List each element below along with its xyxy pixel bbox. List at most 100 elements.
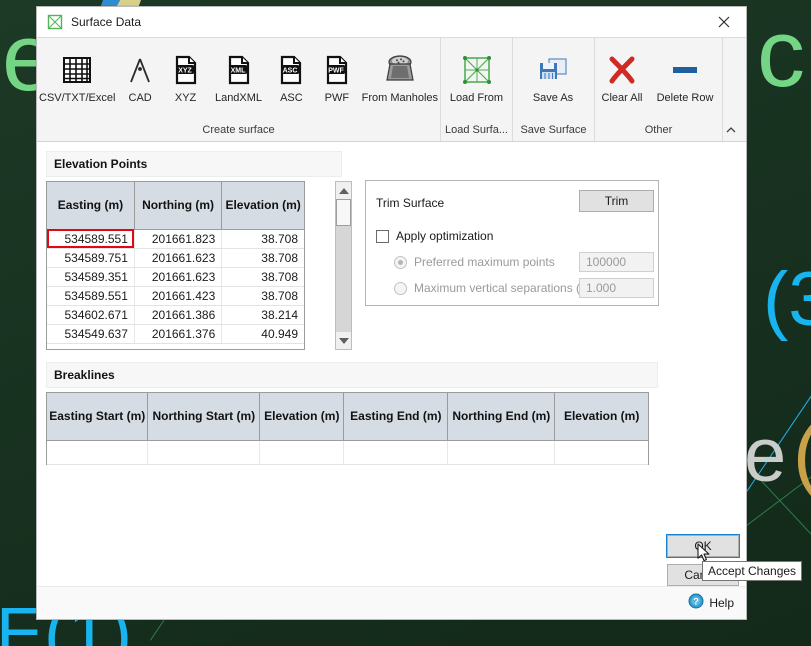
create-from-xyz-button[interactable]: XYZ XYZ <box>163 46 208 105</box>
column-header-easting-end[interactable]: Easting End (m) <box>343 393 449 441</box>
table-row[interactable] <box>47 440 648 465</box>
cell-easting[interactable]: 534589.551 <box>47 286 135 306</box>
table-row[interactable]: 534589.551 201661.423 38.708 <box>47 286 304 306</box>
create-from-landxml-button[interactable]: XML LandXML <box>208 46 268 105</box>
file-xyz-icon: XYZ <box>169 48 203 92</box>
column-header-elevation-start[interactable]: Elevation (m) <box>259 393 345 441</box>
surface-mesh-icon <box>460 48 494 92</box>
cell-elevation[interactable]: 38.708 <box>221 267 304 287</box>
preferred-maximum-points-radio[interactable] <box>394 255 407 269</box>
column-header-elevation[interactable]: Elevation (m) <box>221 182 304 230</box>
chevron-up-icon[interactable] <box>722 121 740 139</box>
cell-easting[interactable]: 534602.671 <box>47 305 135 325</box>
table-header-row: Easting Start (m) Northing Start (m) Ele… <box>47 393 648 441</box>
cell-northing[interactable]: 201661.623 <box>134 248 223 268</box>
table-row[interactable]: 534589.351 201661.623 38.708 <box>47 267 304 287</box>
cell-northing[interactable]: 201661.423 <box>134 286 223 306</box>
maximum-vertical-separations-row[interactable]: Maximum vertical separations (m) <box>394 281 594 295</box>
clear-all-button[interactable]: Clear All <box>595 46 649 105</box>
elevation-points-scrollbar[interactable] <box>335 181 352 350</box>
cell-easting[interactable]: 534589.351 <box>47 267 135 287</box>
cell-elevation[interactable]: 38.708 <box>221 248 304 268</box>
ribbon-group-label: Load Surfa... <box>445 124 508 136</box>
cell-northing[interactable]: 201661.823 <box>134 229 223 249</box>
cell-northing[interactable]: 201661.386 <box>134 305 223 325</box>
ok-button[interactable]: OK <box>666 534 740 558</box>
cell-northing-end[interactable] <box>447 440 556 465</box>
ribbon-group-other: Clear All Delete Row Other <box>594 38 723 141</box>
column-header-northing[interactable]: Northing (m) <box>134 182 223 230</box>
compass-icon <box>123 48 157 92</box>
cell-easting-start[interactable] <box>47 440 149 465</box>
cell-easting[interactable]: 534589.551 <box>47 229 135 249</box>
table-row[interactable]: 534589.551 201661.823 38.708 <box>47 229 304 249</box>
section-title: Elevation Points <box>54 157 148 171</box>
maximum-vertical-separations-label: Maximum vertical separations (m) <box>414 281 595 295</box>
cell-elevation-end[interactable] <box>554 440 648 465</box>
cell-elevation[interactable]: 40.949 <box>221 324 304 344</box>
preferred-maximum-points-row[interactable]: Preferred maximum points <box>394 255 555 269</box>
maximum-vertical-separations-radio[interactable] <box>394 281 407 295</box>
create-from-cad-button[interactable]: CAD <box>117 46 162 105</box>
column-header-northing-start[interactable]: Northing Start (m) <box>147 393 261 441</box>
cell-elevation[interactable]: 38.708 <box>221 229 304 249</box>
create-from-csv-txt-excel-button[interactable]: CSV/TXT/Excel <box>37 46 117 105</box>
help-icon: ? <box>688 593 704 614</box>
ribbon-group-save-surface: Save As Save Surface <box>512 38 594 141</box>
arrow-down-icon[interactable] <box>336 332 351 349</box>
create-from-manholes-button[interactable]: From Manholes <box>360 46 440 105</box>
close-icon[interactable] <box>702 7 746 37</box>
cell-northing[interactable]: 201661.623 <box>134 267 223 287</box>
ribbon-button-label: Delete Row <box>656 92 714 104</box>
bg-text: e <box>744 413 787 498</box>
cell-elevation[interactable]: 38.708 <box>221 286 304 306</box>
minus-bar-icon <box>669 48 701 92</box>
ribbon-toolbar: CSV/TXT/Excel CAD XYZ XYZ XML LandXML AS… <box>37 37 746 142</box>
cell-elevation[interactable]: 38.214 <box>221 305 304 325</box>
ribbon-group-label: Save Surface <box>520 124 587 136</box>
cell-northing[interactable]: 201661.376 <box>134 324 223 344</box>
column-header-easting-start[interactable]: Easting Start (m) <box>47 393 149 441</box>
table-row[interactable]: 534602.671 201661.386 38.214 <box>47 305 304 325</box>
cell-easting[interactable]: 534589.751 <box>47 248 135 268</box>
trim-surface-label: Trim Surface <box>376 196 445 210</box>
bg-text: ch <box>757 0 811 107</box>
table-row[interactable]: 534589.751 201661.623 38.708 <box>47 248 304 268</box>
ribbon-button-label: Clear All <box>601 92 643 104</box>
ribbon-button-label: CSV/TXT/Excel <box>39 92 116 104</box>
save-as-button[interactable]: Save As <box>513 46 593 105</box>
apply-optimization-row[interactable]: Apply optimization <box>376 229 493 243</box>
maximum-vertical-separations-input[interactable]: 1.000 <box>579 278 654 298</box>
column-header-northing-end[interactable]: Northing End (m) <box>447 393 556 441</box>
column-header-elevation-end[interactable]: Elevation (m) <box>554 393 648 441</box>
scrollbar-track[interactable] <box>336 199 351 332</box>
ribbon-group-create-surface: CSV/TXT/Excel CAD XYZ XYZ XML LandXML AS… <box>37 38 440 141</box>
help-link[interactable]: ? Help <box>688 593 734 614</box>
cell-easting-end[interactable] <box>343 440 449 465</box>
ribbon-group-label: Other <box>644 124 673 136</box>
delete-row-button[interactable]: Delete Row <box>649 46 721 105</box>
create-from-asc-button[interactable]: ASC ASC <box>269 46 314 105</box>
help-label: Help <box>709 596 734 610</box>
scrollbar-thumb[interactable] <box>336 199 351 226</box>
preferred-maximum-points-input[interactable]: 100000 <box>579 252 654 272</box>
apply-optimization-checkbox[interactable] <box>376 229 389 243</box>
column-header-easting[interactable]: Easting (m) <box>47 182 135 230</box>
bg-text: (3 <box>763 257 811 342</box>
cell-northing-start[interactable] <box>147 440 261 465</box>
arrow-up-icon[interactable] <box>336 182 351 199</box>
breaklines-table[interactable]: Easting Start (m) Northing Start (m) Ele… <box>46 392 649 465</box>
trim-button[interactable]: Trim <box>579 190 654 212</box>
table-row[interactable]: 534549.637 201661.376 40.949 <box>47 324 304 344</box>
cell-elevation-start[interactable] <box>259 440 345 465</box>
ribbon-button-label: ASC <box>280 92 303 104</box>
spreadsheet-icon <box>60 48 94 92</box>
ribbon-button-label: PWF <box>324 92 350 104</box>
cell-easting[interactable]: 534549.637 <box>47 324 135 344</box>
create-from-pwf-button[interactable]: PWF PWF <box>314 46 359 105</box>
load-from-button[interactable]: Load From <box>441 46 512 105</box>
elevation-points-table[interactable]: Easting (m) Northing (m) Elevation (m) 5… <box>46 181 305 350</box>
dialog-titlebar[interactable]: Surface Data <box>37 7 746 37</box>
section-title: Breaklines <box>54 368 115 382</box>
apply-optimization-label: Apply optimization <box>396 229 494 243</box>
